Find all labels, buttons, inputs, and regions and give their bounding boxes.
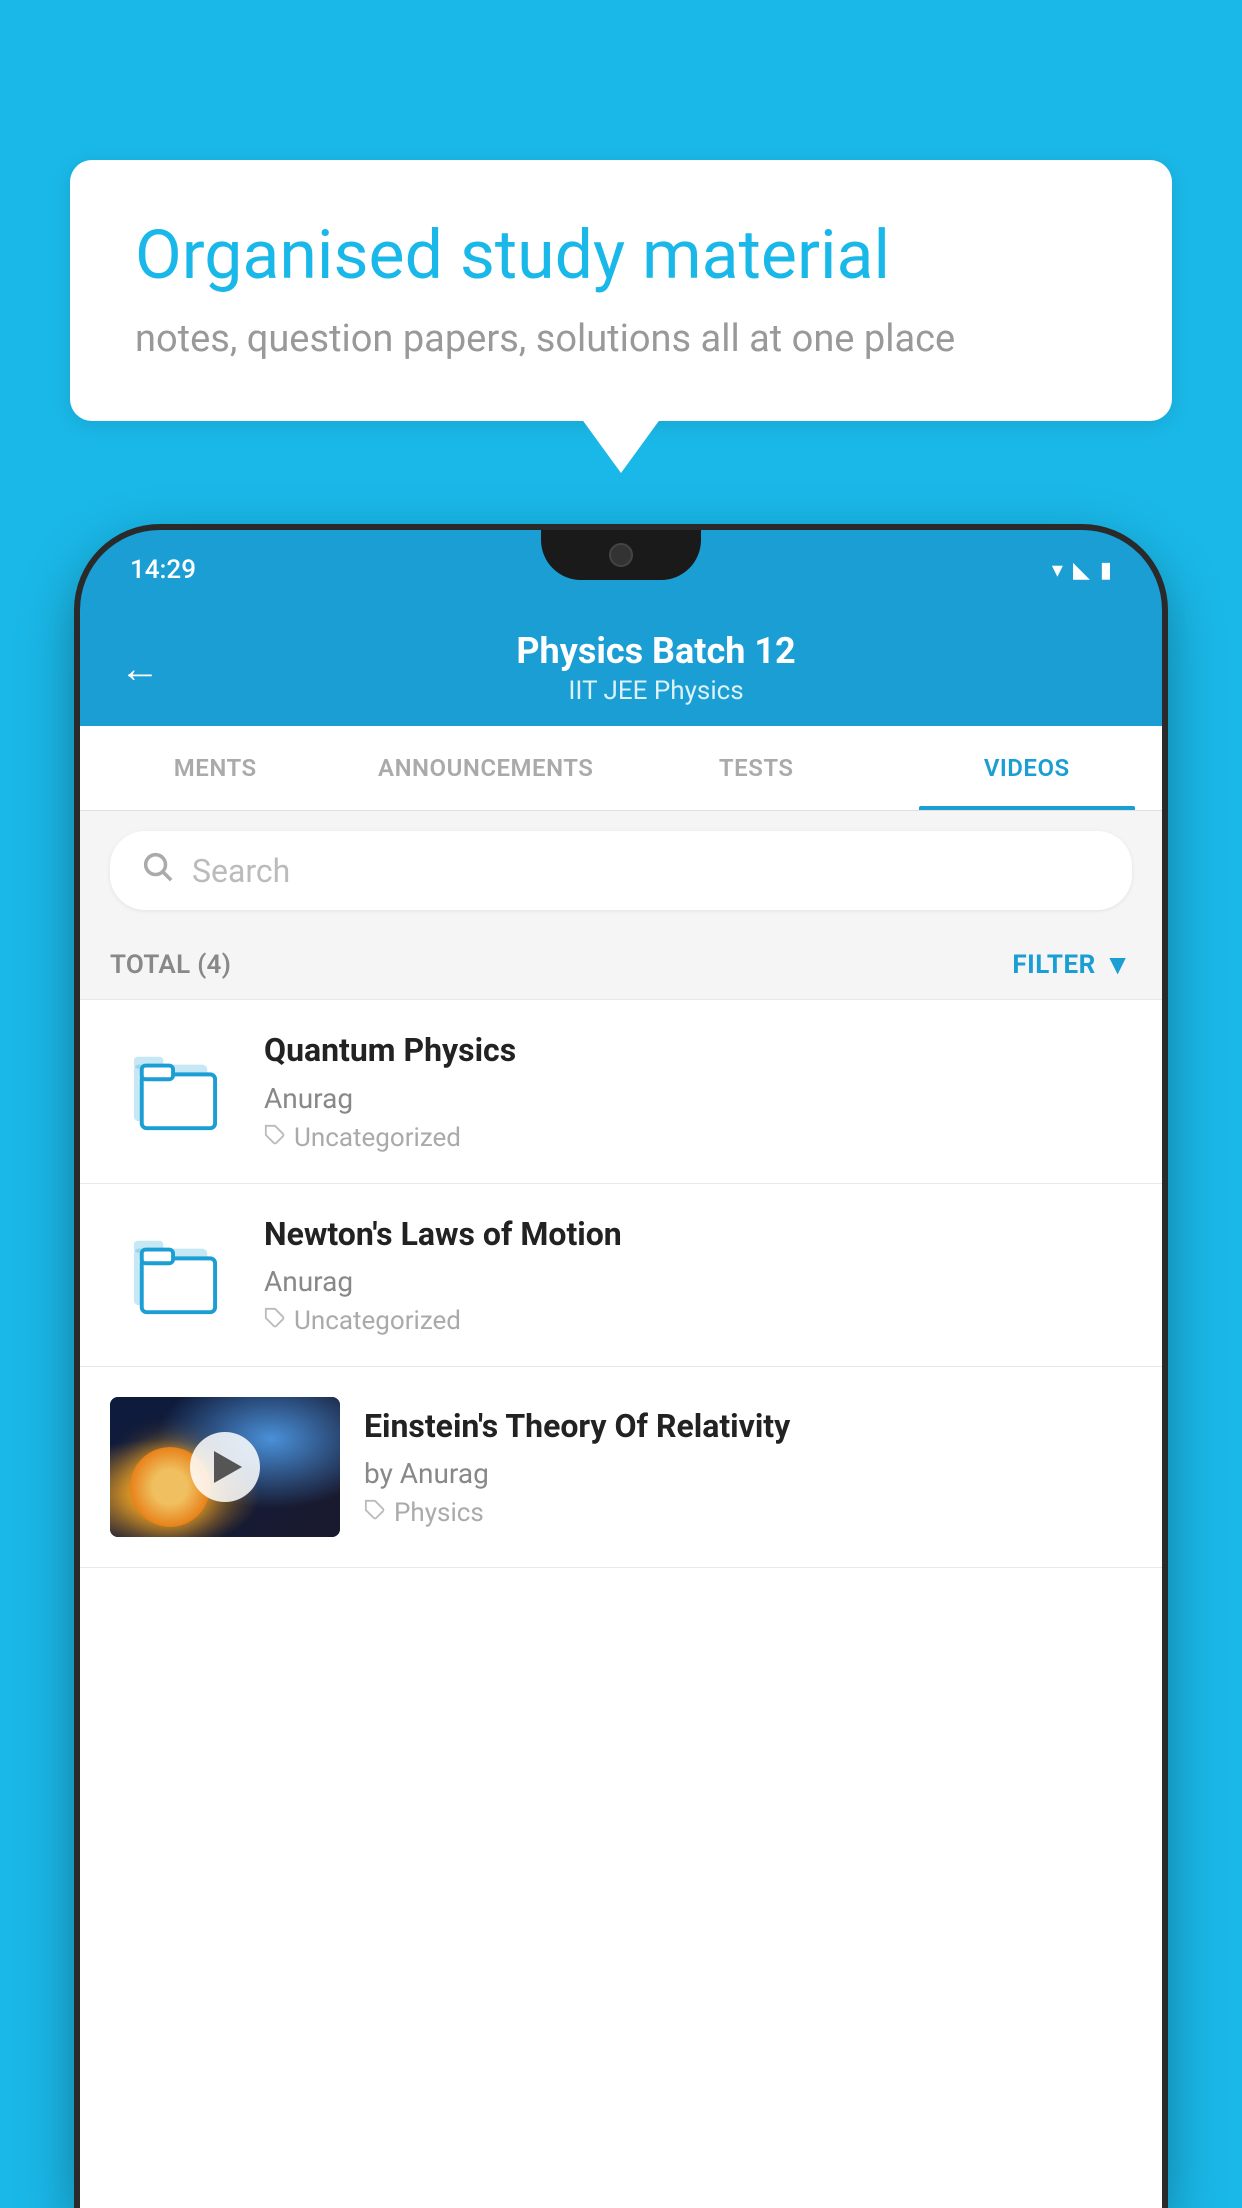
tab-videos[interactable]: VIDEOS: [892, 726, 1163, 810]
tab-tests[interactable]: TESTS: [621, 726, 892, 810]
tag-icon: [264, 1124, 286, 1152]
video-tag: Uncategorized: [264, 1123, 1132, 1153]
list-item[interactable]: Einstein's Theory Of Relativity by Anura…: [80, 1367, 1162, 1568]
video-info: Quantum Physics Anurag Uncategorized: [264, 1030, 1132, 1153]
tag-icon: [364, 1499, 386, 1527]
tab-announcements[interactable]: ANNOUNCEMENTS: [351, 726, 622, 810]
wifi-icon: ▾: [1052, 558, 1063, 583]
list-item[interactable]: Quantum Physics Anurag Uncategorized: [80, 1000, 1162, 1184]
total-count: TOTAL (4): [110, 950, 231, 980]
video-author: Anurag: [264, 1082, 1132, 1115]
play-button[interactable]: [190, 1432, 260, 1502]
tag-icon: [264, 1307, 286, 1335]
phone-frame: 14:29 ▾ ◣ ▮ ← Physics Batch 12 IIT JEE P…: [80, 530, 1162, 2208]
search-placeholder: Search: [192, 852, 290, 890]
phone-container: 14:29 ▾ ◣ ▮ ← Physics Batch 12 IIT JEE P…: [80, 530, 1162, 2208]
search-box[interactable]: Search: [110, 831, 1132, 910]
video-info: Newton's Laws of Motion Anurag Uncategor…: [264, 1214, 1132, 1337]
search-icon: [140, 849, 174, 892]
camera-dot: [609, 543, 633, 567]
filter-icon: ▼: [1104, 948, 1132, 981]
search-container: Search: [80, 811, 1162, 930]
app-header: ← Physics Batch 12 IIT JEE Physics: [80, 610, 1162, 726]
video-tag: Physics: [364, 1498, 1132, 1528]
filter-button[interactable]: FILTER ▼: [1012, 948, 1132, 981]
video-author: Anurag: [264, 1265, 1132, 1298]
total-bar: TOTAL (4) FILTER ▼: [80, 930, 1162, 1000]
video-title: Einstein's Theory Of Relativity: [364, 1406, 1132, 1448]
video-title: Quantum Physics: [264, 1030, 1132, 1072]
bubble-subtitle: notes, question papers, solutions all at…: [135, 317, 1107, 361]
video-list: Quantum Physics Anurag Uncategorized: [80, 1000, 1162, 2208]
video-thumbnail: [110, 1036, 240, 1146]
video-thumbnail-image: [110, 1397, 340, 1537]
video-author: by Anurag: [364, 1457, 1132, 1490]
video-info: Einstein's Theory Of Relativity by Anura…: [364, 1406, 1132, 1529]
status-time: 14:29: [130, 555, 196, 585]
back-button[interactable]: ←: [120, 645, 160, 692]
video-tag: Uncategorized: [264, 1306, 1132, 1336]
app-content: ← Physics Batch 12 IIT JEE Physics MENTS…: [80, 610, 1162, 2208]
play-triangle-icon: [214, 1451, 242, 1483]
status-icons: ▾ ◣ ▮: [1052, 558, 1112, 583]
notch-cutout: [541, 530, 701, 580]
header-subtitle: IIT JEE Physics: [190, 676, 1122, 706]
list-item[interactable]: Newton's Laws of Motion Anurag Uncategor…: [80, 1184, 1162, 1368]
signal-icon: ◣: [1073, 558, 1090, 583]
battery-icon: ▮: [1100, 558, 1112, 583]
video-thumbnail: [110, 1220, 240, 1330]
status-bar: 14:29 ▾ ◣ ▮: [80, 530, 1162, 610]
speech-bubble: Organised study material notes, question…: [70, 160, 1172, 421]
speech-bubble-container: Organised study material notes, question…: [70, 160, 1172, 421]
header-title-section: Physics Batch 12 IIT JEE Physics: [190, 630, 1122, 706]
bubble-title: Organised study material: [135, 215, 1107, 297]
tab-ments[interactable]: MENTS: [80, 726, 351, 810]
header-title: Physics Batch 12: [190, 630, 1122, 672]
tabs-bar: MENTS ANNOUNCEMENTS TESTS VIDEOS: [80, 726, 1162, 811]
video-title: Newton's Laws of Motion: [264, 1214, 1132, 1256]
